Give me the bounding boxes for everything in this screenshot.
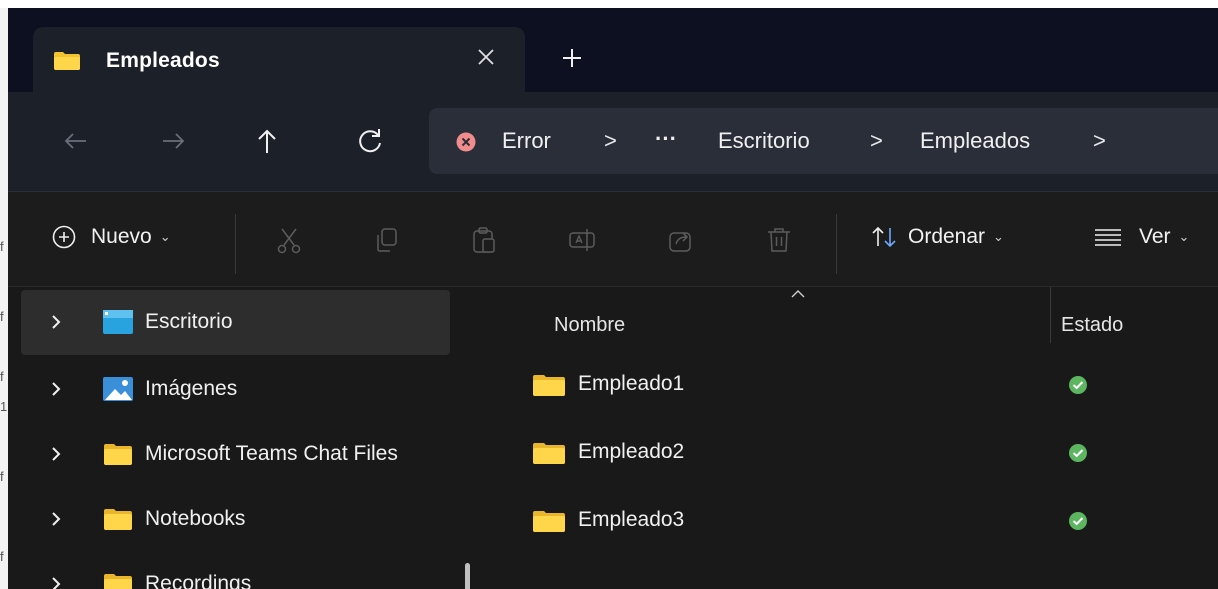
- file-name: Empleado1: [578, 372, 685, 395]
- chevron-down-icon: ⌄: [1178, 229, 1190, 244]
- copy-icon[interactable]: [372, 225, 402, 255]
- breadcrumb-overflow[interactable]: ···: [655, 126, 677, 152]
- synced-check-icon: [1069, 444, 1087, 462]
- navigation-pane: Escritorio Imágenes Microsoft Teams Chat…: [8, 287, 478, 589]
- chevron-right-icon[interactable]: [48, 379, 64, 399]
- cut-icon[interactable]: [274, 225, 304, 255]
- sidebar-item-escritorio[interactable]: Escritorio: [21, 290, 450, 355]
- synced-check-icon: [1069, 512, 1087, 530]
- file-row[interactable]: Empleado3: [510, 491, 1210, 547]
- file-list: Nombre Estado Empleado1 Empleado2 Emplea…: [490, 287, 1218, 589]
- column-divider[interactable]: [1050, 287, 1051, 343]
- sidebar-item-label: Notebooks: [145, 507, 246, 530]
- sidebar-item-label: Microsoft Teams Chat Files: [145, 442, 398, 465]
- chevron-right-icon[interactable]: [48, 509, 64, 529]
- divider: [235, 214, 236, 274]
- view-button[interactable]: Ver ⌄: [1093, 214, 1189, 260]
- sort-button[interactable]: Ordenar ⌄: [870, 214, 1004, 260]
- sidebar-item-imagenes[interactable]: Imágenes: [21, 357, 450, 422]
- add-circle-icon: [52, 225, 76, 249]
- tab-title: Empleados: [106, 49, 220, 72]
- refresh-icon[interactable]: [350, 121, 390, 161]
- sort-ascending-icon: [791, 290, 805, 298]
- arrow-left-icon[interactable]: [56, 121, 96, 161]
- arrow-right-icon[interactable]: [153, 121, 193, 161]
- chevron-right-icon[interactable]: >: [870, 128, 883, 154]
- synced-check-icon: [1069, 376, 1087, 394]
- folder-icon: [54, 52, 80, 70]
- chevron-right-icon[interactable]: [48, 574, 64, 589]
- folder-icon: [104, 574, 132, 589]
- paste-icon[interactable]: [469, 225, 499, 255]
- file-row[interactable]: Empleado2: [510, 423, 1210, 479]
- file-name: Empleado2: [578, 440, 685, 463]
- file-explorer-window: Empleados Error > ··· Escritorio > Emple…: [8, 8, 1218, 589]
- pictures-icon: [103, 377, 133, 401]
- folder-icon: [104, 509, 132, 530]
- breadcrumb-escritorio[interactable]: Escritorio: [718, 128, 810, 154]
- new-button[interactable]: Nuevo ⌄: [51, 214, 171, 260]
- divider: [836, 214, 837, 274]
- sidebar-item-label: Escritorio: [145, 310, 233, 333]
- desktop-icon: [103, 310, 133, 334]
- share-icon[interactable]: [666, 225, 696, 255]
- chevron-right-icon[interactable]: [48, 444, 64, 464]
- title-bar: Empleados: [8, 8, 1218, 92]
- arrow-up-icon[interactable]: [247, 121, 287, 161]
- plus-icon[interactable]: [558, 44, 586, 72]
- view-list-icon: [1095, 229, 1121, 246]
- navigation-bar: Error > ··· Escritorio > Empleados >: [8, 92, 1218, 192]
- tab-empleados[interactable]: Empleados: [33, 27, 525, 92]
- folder-icon: [533, 375, 565, 396]
- chevron-right-icon[interactable]: [48, 312, 64, 332]
- file-name: Empleado3: [578, 508, 685, 531]
- sort-icon: [872, 226, 896, 248]
- scrollbar-thumb[interactable]: [465, 563, 470, 589]
- close-icon[interactable]: [473, 44, 499, 70]
- new-label: Nuevo: [91, 225, 152, 248]
- folder-icon: [104, 444, 132, 465]
- file-row[interactable]: Empleado1: [510, 355, 1210, 411]
- column-header-status[interactable]: Estado: [1061, 314, 1123, 337]
- background-window-edge: f f f 1 f f: [0, 8, 8, 589]
- error-icon: [456, 132, 476, 152]
- sidebar-item-recordings[interactable]: Recordings: [21, 552, 450, 589]
- sidebar-item-notebooks[interactable]: Notebooks: [21, 487, 450, 552]
- address-bar[interactable]: Error > ··· Escritorio > Empleados >: [429, 108, 1218, 174]
- sort-label: Ordenar: [908, 225, 986, 248]
- folder-icon: [533, 443, 565, 464]
- chevron-right-icon[interactable]: >: [604, 128, 617, 154]
- rename-icon[interactable]: [567, 225, 597, 255]
- sidebar-item-microsoft-teams-chat-files[interactable]: Microsoft Teams Chat Files: [21, 422, 450, 487]
- column-header-name[interactable]: Nombre: [554, 314, 625, 337]
- sidebar-item-label: Recordings: [145, 572, 252, 589]
- chevron-down-icon: ⌄: [159, 229, 171, 244]
- view-label: Ver: [1139, 225, 1171, 248]
- command-bar: Nuevo ⌄ Ordenar ⌄ Ver ⌄: [8, 192, 1218, 287]
- chevron-right-icon[interactable]: >: [1093, 128, 1106, 154]
- delete-icon[interactable]: [764, 225, 794, 255]
- folder-icon: [533, 511, 565, 532]
- sidebar-item-label: Imágenes: [145, 377, 238, 400]
- chevron-down-icon: ⌄: [993, 229, 1004, 244]
- breadcrumb-empleados[interactable]: Empleados: [920, 128, 1030, 154]
- breadcrumb-error[interactable]: Error: [502, 128, 551, 154]
